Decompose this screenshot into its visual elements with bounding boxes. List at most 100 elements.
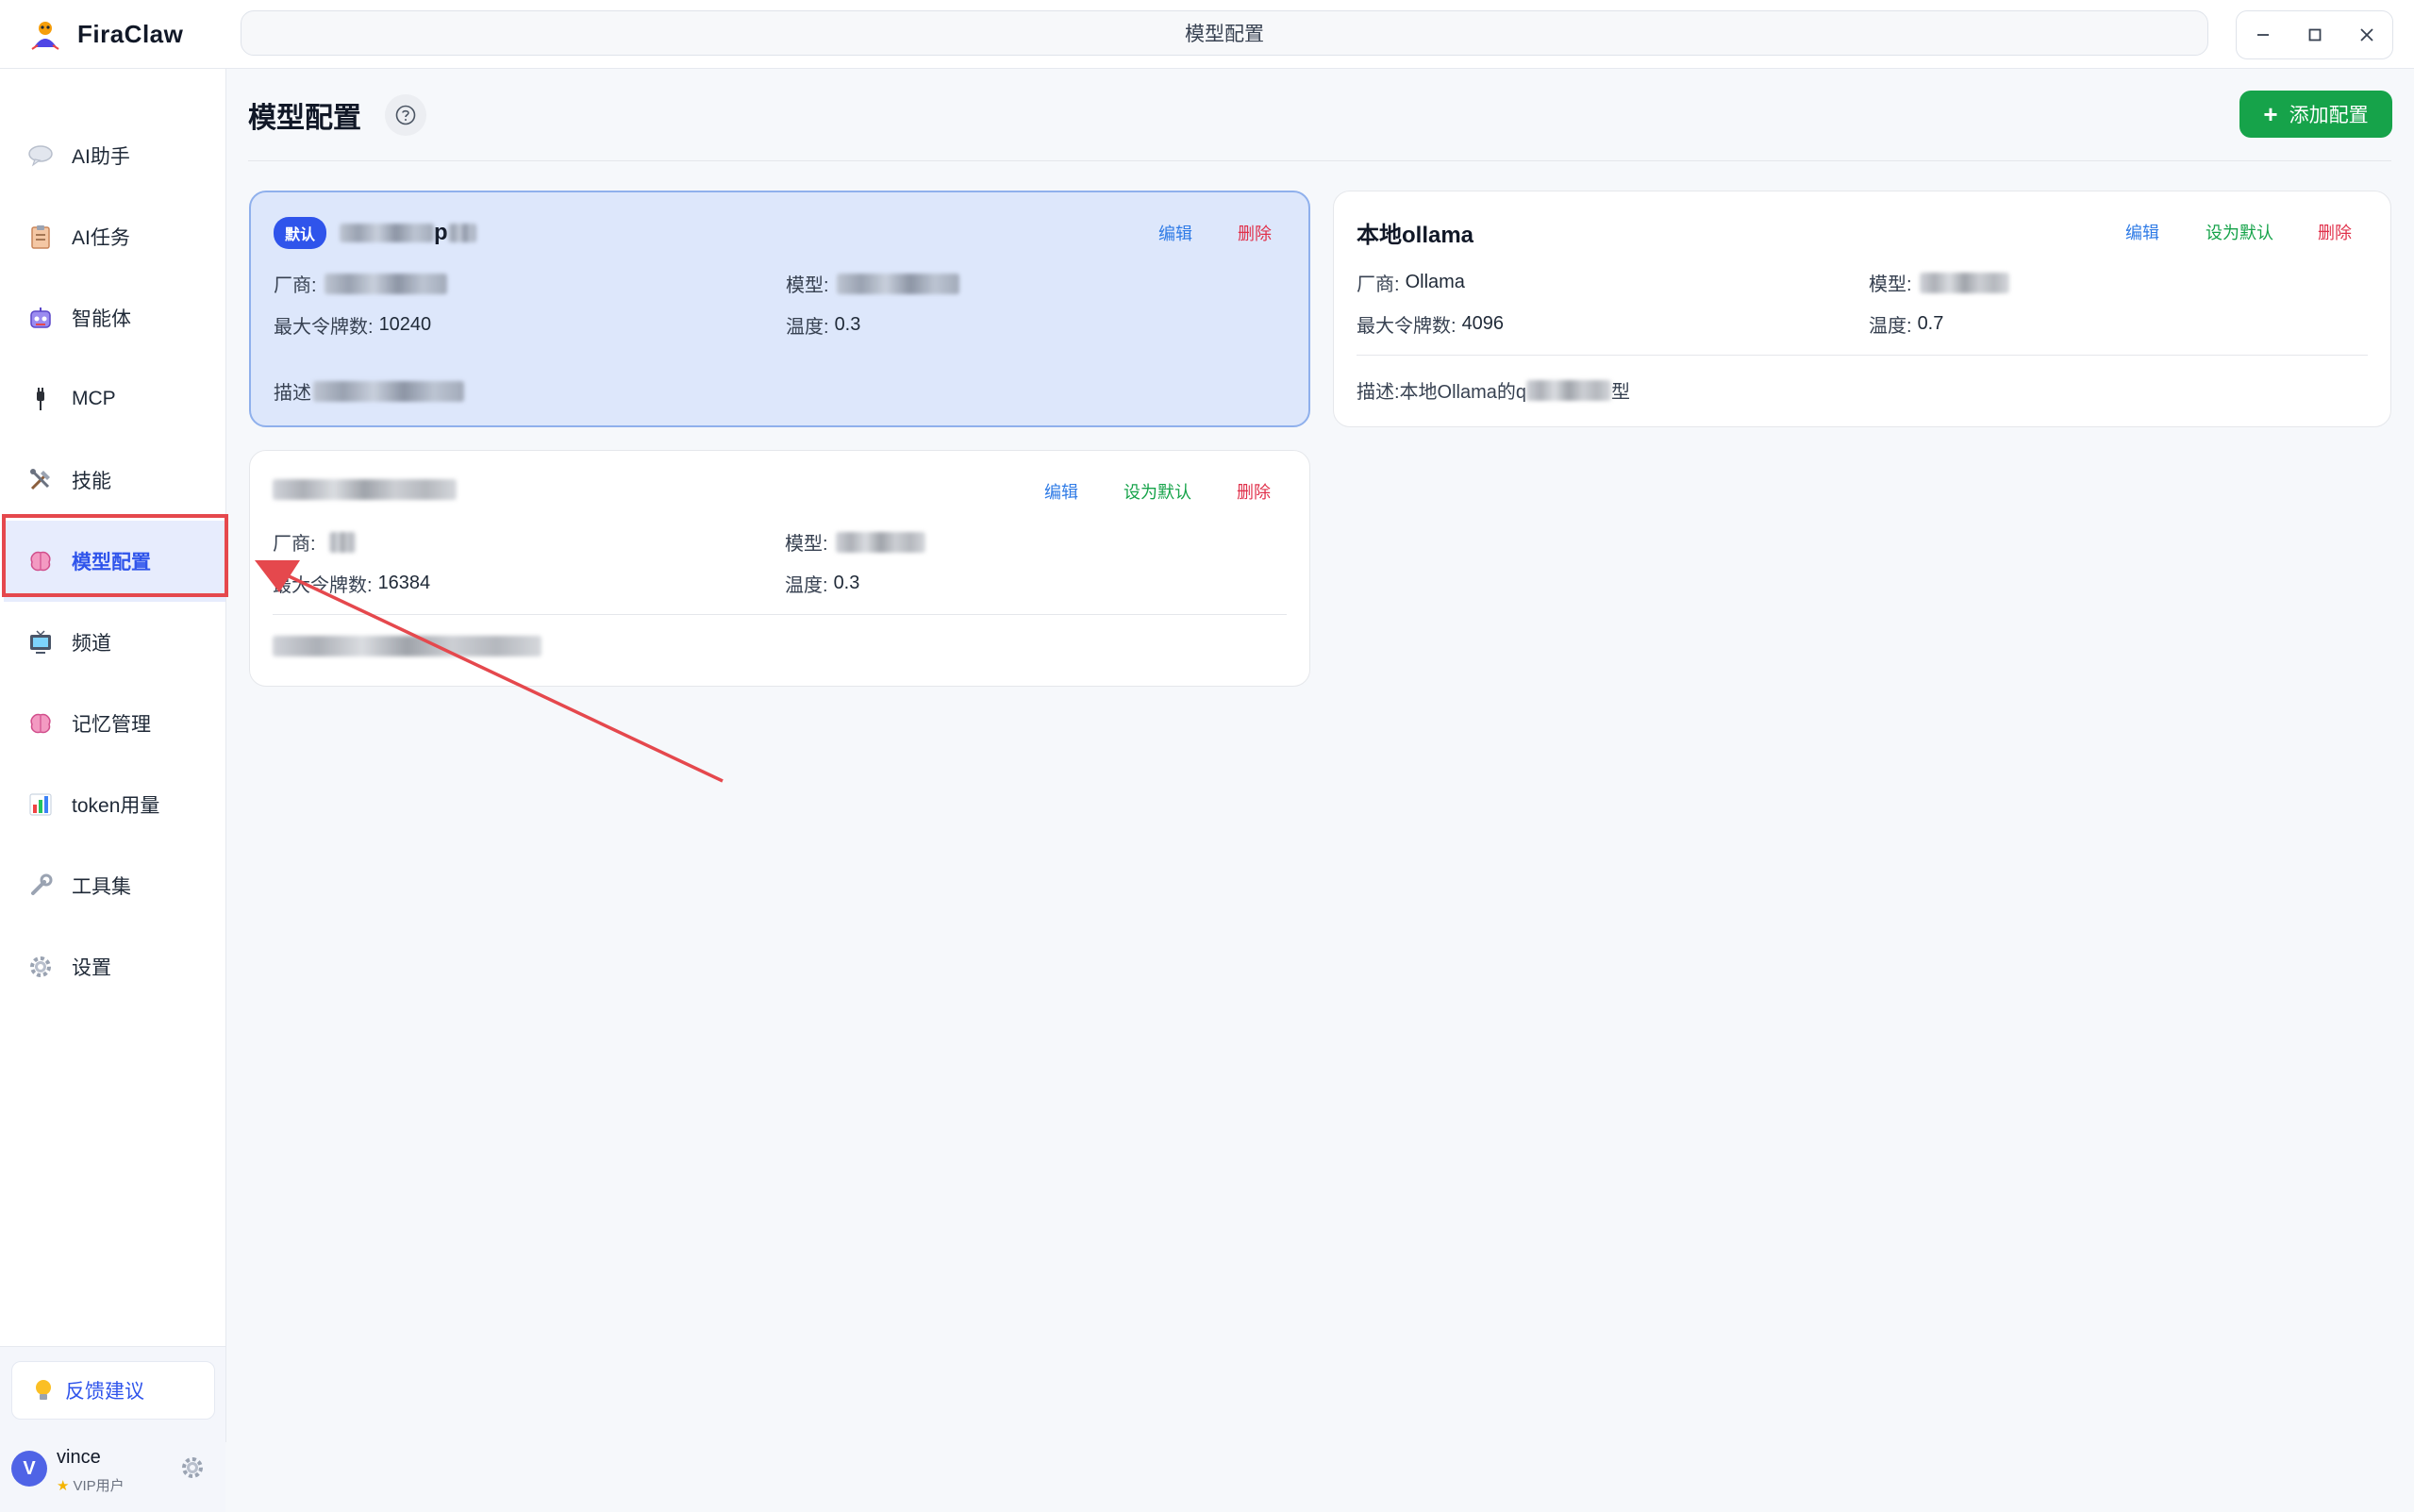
sidebar-item-label: 技能 — [72, 471, 111, 492]
sidebar-item-label: 设置 — [72, 957, 111, 979]
temperature-value: 0.7 — [1917, 313, 1944, 334]
model-card-title: 本地ollama — [1357, 223, 1474, 248]
redacted-name — [273, 479, 457, 500]
redacted-value — [328, 531, 356, 553]
model-card[interactable]: 本地ollama 编辑 设为默认 删除 厂商: Ollama 模型: 最大令牌数… — [1333, 191, 2391, 427]
app-brand: FiraClaw — [28, 15, 183, 53]
brain-icon — [25, 707, 57, 739]
vendor-field: 厂商: — [273, 528, 356, 556]
plug-icon — [25, 383, 57, 415]
delete-button[interactable]: 删除 — [1238, 221, 1272, 245]
tools-icon — [25, 464, 57, 496]
add-config-button[interactable]: + 添加配置 — [2239, 91, 2392, 138]
description-text: 描述:本地Ollama的q — [1357, 382, 1527, 403]
description-field — [273, 636, 541, 656]
max-tokens-field: 最大令牌数: 16384 — [273, 570, 430, 597]
model-field: 模型: — [786, 270, 959, 297]
card-divider — [273, 614, 1287, 615]
model-card-name-tail: p — [434, 220, 448, 245]
description-label: 描述 — [274, 383, 311, 404]
model-field: 模型: — [1869, 269, 2009, 296]
model-label: 模型: — [786, 275, 829, 296]
model-card[interactable]: 默认 p 编辑 删除 厂商: 模型: 最大令牌数: 10240 温度: 0.3 … — [249, 191, 1310, 427]
sidebar-item-mcp[interactable]: MCP — [4, 358, 225, 440]
vendor-value: Ollama — [1405, 272, 1465, 292]
sidebar-item-toolset[interactable]: 工具集 — [4, 845, 225, 926]
sidebar-item-ai-tasks[interactable]: AI任务 — [4, 196, 225, 277]
edit-button[interactable]: 编辑 — [2125, 220, 2159, 244]
max-tokens-field: 最大令牌数: 4096 — [1357, 310, 1504, 338]
model-card-title — [273, 479, 457, 500]
sidebar-item-model-config[interactable]: 模型配置 — [4, 521, 225, 602]
max-tokens-label: 最大令牌数: — [274, 317, 374, 338]
sidebar-footer: 反馈建议 V vince ★ VIP用户 — [0, 1346, 225, 1512]
card-divider — [1357, 355, 2368, 356]
delete-button[interactable]: 删除 — [1237, 479, 1271, 504]
sidebar-item-settings[interactable]: 设置 — [4, 926, 225, 1007]
redacted-value — [324, 273, 447, 294]
temperature-label: 温度: — [1869, 316, 1912, 337]
set-default-button[interactable]: 设为默认 — [2206, 220, 2273, 244]
lightbulb-icon — [33, 1378, 54, 1403]
description-suffix: 型 — [1611, 382, 1631, 403]
redacted-value — [1919, 272, 2009, 293]
help-icon[interactable] — [385, 94, 426, 136]
temperature-label: 温度: — [785, 575, 828, 596]
description-field: 描述 — [274, 377, 464, 405]
header-divider — [248, 160, 2391, 161]
sidebar-item-memory[interactable]: 记忆管理 — [4, 683, 225, 764]
clipboard-icon — [25, 221, 57, 253]
delete-button[interactable]: 删除 — [2318, 220, 2352, 244]
max-tokens-label: 最大令牌数: — [273, 575, 373, 596]
sidebar-item-ai-assistant[interactable]: AI助手 — [4, 115, 225, 196]
vendor-label: 厂商: — [274, 275, 317, 296]
edit-button[interactable]: 编辑 — [1044, 479, 1078, 504]
sidebar-item-agents[interactable]: 智能体 — [4, 277, 225, 358]
temperature-field: 温度: 0.3 — [786, 311, 860, 339]
sidebar-item-label: 智能体 — [72, 308, 131, 330]
sidebar-item-label: token用量 — [72, 795, 160, 817]
set-default-button[interactable]: 设为默认 — [1124, 479, 1191, 504]
minimize-icon[interactable] — [2244, 16, 2282, 54]
user-tier-label: VIP用户 — [73, 1478, 125, 1494]
bar-chart-icon — [25, 789, 57, 821]
model-card-title: 默认 p — [274, 217, 476, 249]
window-title: 模型配置 — [1185, 24, 1264, 45]
close-icon[interactable] — [2348, 16, 2386, 54]
vendor-field: 厂商: — [274, 270, 447, 297]
max-tokens-value: 16384 — [377, 573, 431, 593]
star-icon: ★ — [57, 1477, 70, 1494]
chat-bubble-icon — [25, 140, 57, 172]
default-badge: 默认 — [274, 217, 327, 249]
avatar: V — [11, 1451, 47, 1487]
page-title: 模型配置 — [248, 103, 361, 134]
maximize-icon[interactable] — [2296, 16, 2334, 54]
sidebar: AI助手 AI任务 智能体 MCP 技能 模型配置 频道 记忆管理 token用… — [0, 69, 226, 1512]
sidebar-item-channels[interactable]: 频道 — [4, 602, 225, 683]
model-card[interactable]: 编辑 设为默认 删除 厂商: 模型: 最大令牌数: 16384 温度: 0.3 — [249, 450, 1310, 687]
brain-icon — [25, 545, 57, 577]
temperature-value: 0.3 — [834, 314, 861, 335]
user-profile[interactable]: V vince ★ VIP用户 — [9, 1441, 217, 1498]
model-label: 模型: — [1869, 274, 1912, 295]
redacted-name — [447, 224, 476, 242]
plus-icon: + — [2263, 99, 2278, 128]
temperature-label: 温度: — [786, 317, 829, 338]
redacted-name — [340, 224, 435, 242]
redacted-value — [1526, 379, 1612, 401]
wrench-icon — [25, 870, 57, 902]
user-name: vince — [57, 1447, 101, 1468]
feedback-button[interactable]: 反馈建议 — [11, 1361, 215, 1420]
window-title-bar[interactable]: 模型配置 — [241, 10, 2208, 56]
max-tokens-value: 4096 — [1461, 313, 1505, 334]
sidebar-item-token-usage[interactable]: token用量 — [4, 764, 225, 845]
max-tokens-label: 最大令牌数: — [1357, 316, 1457, 337]
edit-button[interactable]: 编辑 — [1158, 221, 1192, 245]
redacted-value — [273, 636, 541, 656]
vendor-label: 厂商: — [1357, 274, 1400, 295]
add-config-label: 添加配置 — [2289, 105, 2369, 126]
sidebar-item-skills[interactable]: 技能 — [4, 440, 225, 521]
max-tokens-value: 10240 — [378, 314, 432, 335]
user-settings-gear-icon[interactable] — [179, 1454, 208, 1483]
app-name: FiraClaw — [77, 19, 184, 48]
